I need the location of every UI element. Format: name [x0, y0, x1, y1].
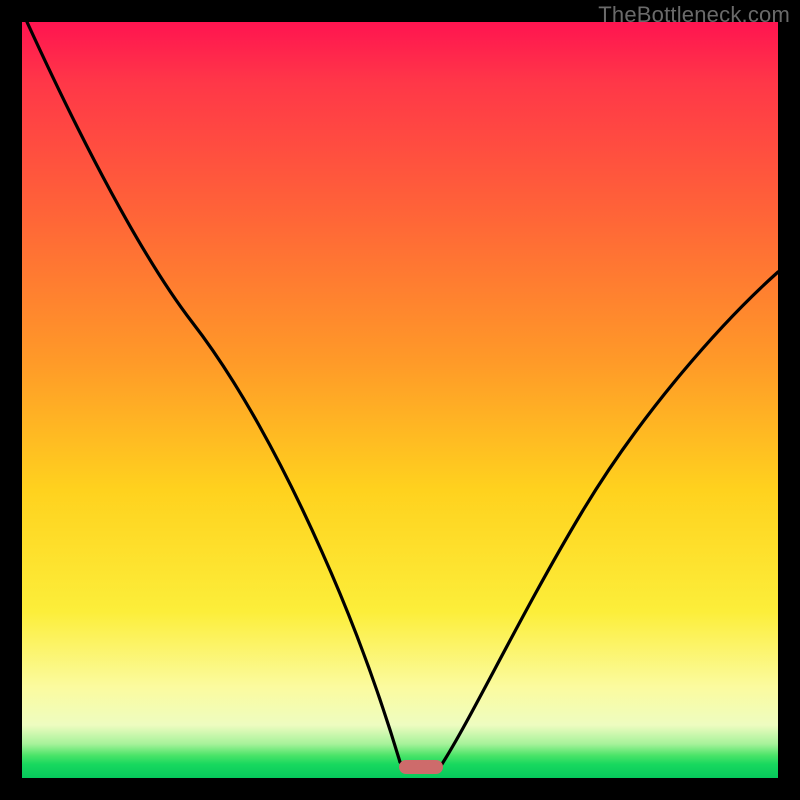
curve-right	[442, 272, 778, 764]
chart-container: TheBottleneck.com	[0, 0, 800, 800]
plot-area	[22, 22, 778, 778]
bottleneck-curve	[22, 22, 778, 778]
optimum-marker	[399, 760, 443, 774]
curve-left	[27, 22, 400, 762]
